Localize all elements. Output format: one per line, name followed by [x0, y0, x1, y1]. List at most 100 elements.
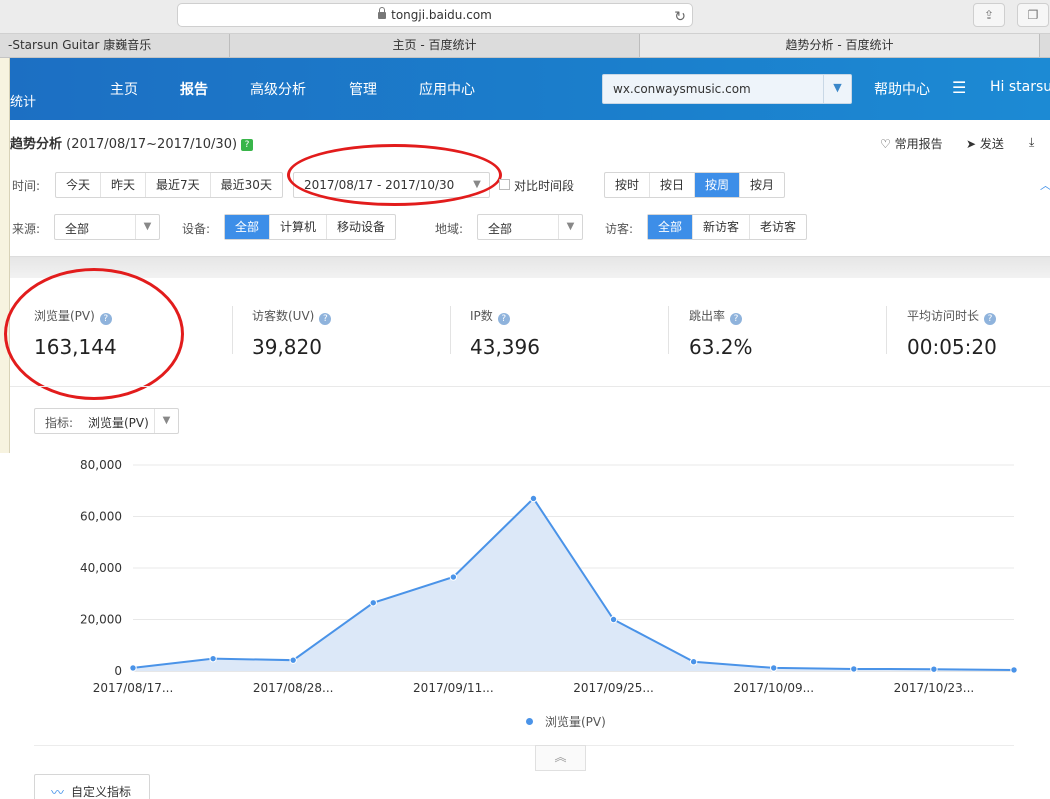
by-day-button[interactable]: 按日: [650, 173, 696, 197]
data-point: [1010, 666, 1018, 674]
download-icon: ⤓: [1029, 135, 1035, 149]
time-7days-button[interactable]: 最近7天: [146, 173, 211, 197]
reload-icon[interactable]: ↻: [674, 6, 686, 28]
chart-legend[interactable]: 浏览量(PV): [526, 713, 606, 730]
tabs-overview-icon[interactable]: ❐: [1017, 3, 1049, 27]
chevron-down-icon[interactable]: ▼: [135, 215, 159, 239]
browser-tab-active[interactable]: 趋势分析 - 百度统计: [640, 34, 1040, 57]
metric-label: 指标:: [45, 416, 74, 430]
compare-checkbox[interactable]: [499, 179, 510, 190]
help-icon[interactable]: ?: [984, 313, 997, 325]
device-pc-button[interactable]: 计算机: [270, 215, 328, 239]
time-today-button[interactable]: 今天: [56, 173, 102, 197]
data-point: [930, 665, 938, 673]
help-icon[interactable]: ?: [319, 313, 332, 325]
nav-item-manage[interactable]: 管理: [349, 79, 377, 99]
data-point: [449, 573, 458, 581]
data-point: [689, 658, 698, 666]
stat-label: IP数: [470, 309, 493, 323]
by-week-button[interactable]: 按周: [695, 173, 741, 197]
tab-strip: -Starsun Guitar 康巍音乐 主页 - 百度统计 趋势分析 - 百度…: [0, 34, 1050, 58]
help-icon[interactable]: ?: [497, 313, 510, 325]
x-tick-label: 2017/08/17...: [93, 681, 174, 695]
source-label: 来源:: [12, 222, 41, 236]
visitor-returning-button[interactable]: 老访客: [750, 215, 806, 239]
x-tick-label: 2017/10/23...: [894, 681, 975, 695]
nav-item-home[interactable]: 主页: [110, 79, 138, 99]
side-panel-edge: [0, 58, 10, 453]
data-point: [209, 654, 217, 663]
menu-icon[interactable]: ☰: [952, 78, 966, 97]
legend-dot-icon: [526, 718, 533, 725]
stat-bounce[interactable]: 跳出率? 63.2%: [689, 307, 753, 359]
source-select[interactable]: 全部 ▼: [54, 214, 160, 240]
x-tick-label: 2017/09/25...: [573, 681, 654, 695]
by-hour-button[interactable]: 按时: [605, 173, 651, 197]
browser-tab[interactable]: -Starsun Guitar 康巍音乐: [0, 34, 230, 57]
help-icon[interactable]: ?: [730, 313, 743, 325]
page-title-text: 趋势分析: [10, 137, 63, 152]
metric-select[interactable]: 指标: 浏览量(PV) ▼: [34, 408, 179, 434]
device-label: 设备:: [182, 222, 211, 236]
divider: [886, 306, 887, 354]
time-quick-select: 今天 昨天 最近7天 最近30天: [55, 172, 283, 198]
region-select[interactable]: 全部 ▼: [477, 214, 583, 240]
browser-tab[interactable]: 主页 - 百度统计: [230, 34, 640, 57]
url-text: tongji.baidu.com: [391, 8, 492, 22]
data-point: [770, 664, 778, 672]
granularity-toggle: 按时 按日 按周 按月: [604, 172, 786, 198]
stat-uv[interactable]: 访客数(UV)? 39,820: [252, 307, 332, 359]
favorite-report-button[interactable]: ♡ 常用报告: [880, 135, 943, 152]
region-value: 全部: [488, 222, 513, 236]
help-center-link[interactable]: 帮助中心: [874, 79, 930, 99]
nav-item-apps[interactable]: 应用中心: [419, 79, 475, 99]
site-select[interactable]: wx.conwaysmusic.com ▼: [602, 74, 852, 104]
divider: [450, 306, 451, 354]
chevron-down-icon[interactable]: ▼: [154, 409, 178, 433]
collapse-chart-button[interactable]: ︽: [535, 745, 586, 771]
y-tick-label: 0: [114, 664, 122, 678]
annotation-circle: [4, 268, 184, 400]
download-button[interactable]: ⤓: [1029, 135, 1034, 150]
visitor-label: 访客:: [605, 222, 634, 236]
device-mobile-button[interactable]: 移动设备: [327, 215, 395, 239]
visitor-new-button[interactable]: 新访客: [693, 215, 751, 239]
data-point: [289, 656, 297, 664]
divider: [34, 745, 1014, 746]
visitor-all-button[interactable]: 全部: [648, 215, 694, 239]
chevron-down-icon[interactable]: ▼: [823, 75, 851, 103]
stat-value: 63.2%: [689, 335, 753, 359]
region-label: 地域:: [435, 222, 464, 236]
browser-toolbar: tongji.baidu.com ↻ ⇪ ❐: [0, 0, 1050, 34]
x-tick-label: 2017/10/09...: [733, 681, 814, 695]
stat-value: 43,396: [470, 335, 540, 359]
address-bar[interactable]: tongji.baidu.com ↻: [177, 3, 693, 27]
chevron-down-icon[interactable]: ▼: [558, 215, 582, 239]
data-point: [369, 599, 377, 607]
share-icon[interactable]: ⇪: [973, 3, 1005, 27]
nav-item-advanced[interactable]: 高级分析: [250, 79, 306, 99]
y-tick-label: 40,000: [80, 561, 122, 575]
stat-ip[interactable]: IP数? 43,396: [470, 307, 540, 359]
metric-value: 浏览量(PV): [88, 416, 149, 430]
send-button[interactable]: ➤ 发送: [966, 135, 1004, 152]
data-point: [609, 615, 618, 624]
device-all-button[interactable]: 全部: [225, 215, 271, 239]
stat-value: 00:05:20: [907, 335, 997, 359]
x-tick-label: 2017/09/11...: [413, 681, 494, 695]
lock-icon: [378, 7, 387, 19]
stat-duration[interactable]: 平均访问时长? 00:05:20: [907, 307, 997, 359]
source-value: 全部: [65, 222, 90, 236]
collapse-filters-icon[interactable]: ︿: [1040, 177, 1050, 193]
device-toggle: 全部 计算机 移动设备: [224, 214, 397, 240]
data-point: [129, 664, 137, 672]
data-point: [850, 665, 858, 673]
help-badge-icon[interactable]: ?: [241, 139, 254, 151]
page-title: 趋势分析 (2017/08/17~2017/10/30)?: [10, 133, 254, 152]
time-30days-button[interactable]: 最近30天: [211, 173, 282, 197]
nav-item-report[interactable]: 报告: [180, 79, 208, 99]
time-yesterday-button[interactable]: 昨天: [101, 173, 147, 197]
custom-metric-button[interactable]: 〰 自定义指标: [34, 774, 150, 799]
user-greeting[interactable]: Hi starsu: [990, 79, 1050, 95]
by-month-button[interactable]: 按月: [740, 173, 784, 197]
